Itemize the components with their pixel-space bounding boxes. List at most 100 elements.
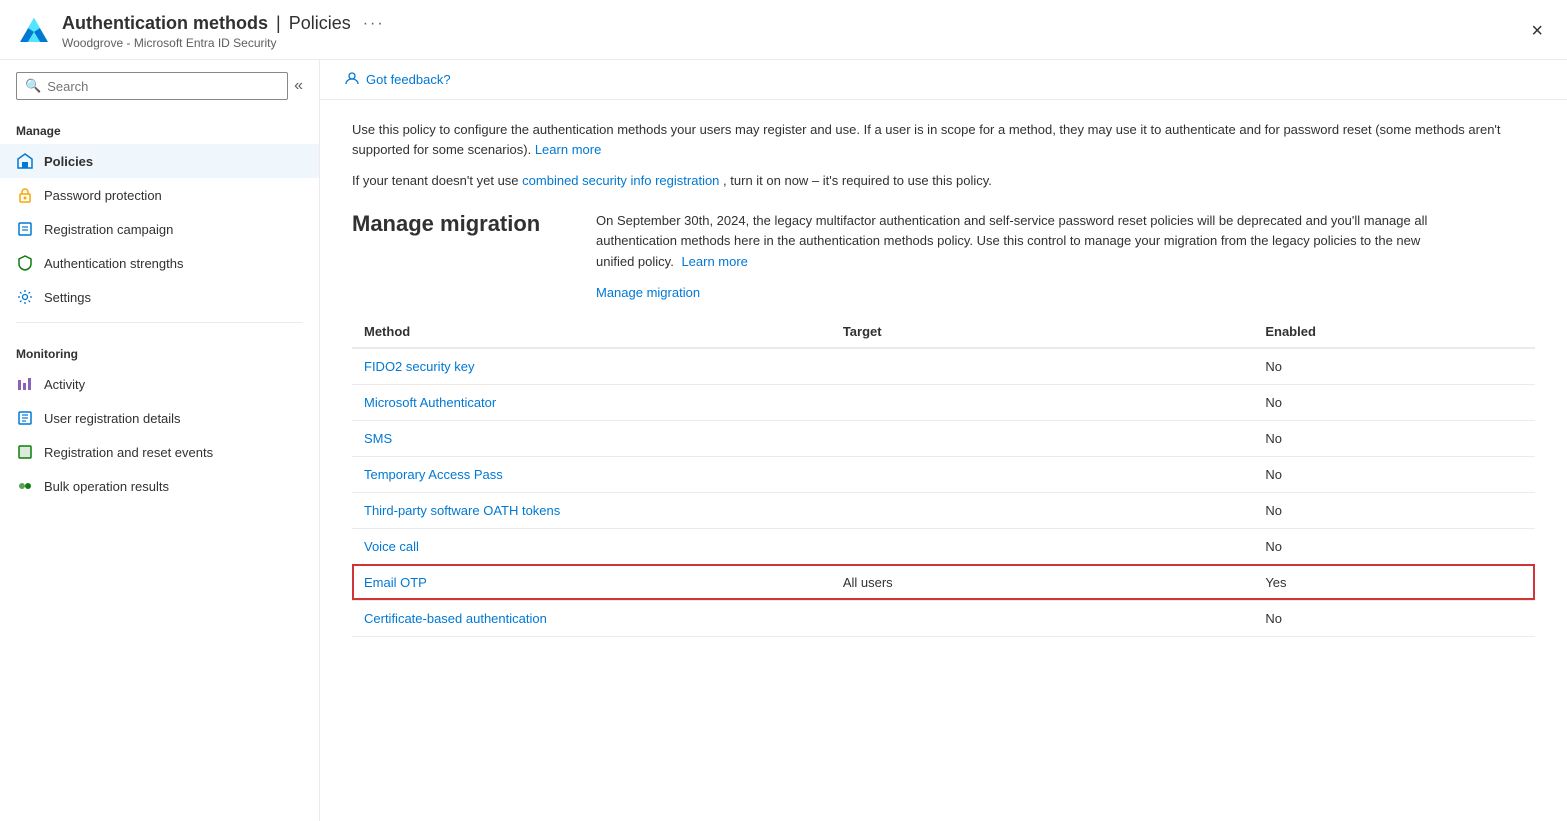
sidebar-item-user-registration-details[interactable]: User registration details (0, 401, 319, 435)
activity-icon (16, 375, 34, 393)
table-cell-enabled: No (1253, 384, 1535, 420)
sidebar-item-settings-label: Settings (44, 290, 91, 305)
method-link-third-party-oath[interactable]: Third-party software OATH tokens (364, 503, 560, 518)
search-input-wrapper[interactable]: 🔍 (16, 72, 288, 100)
table-cell-target (831, 492, 1254, 528)
manage-section-label: Manage (0, 108, 319, 144)
main-content-area: Got feedback? Use this policy to configu… (320, 60, 1567, 821)
method-link-tap[interactable]: Temporary Access Pass (364, 467, 503, 482)
table-header-row: Method Target Enabled (352, 316, 1535, 348)
sidebar-item-bulk-operation-results[interactable]: Bulk operation results (0, 469, 319, 503)
table-cell-method: Temporary Access Pass (352, 456, 831, 492)
method-link-voice-call[interactable]: Voice call (364, 539, 419, 554)
table-cell-method: Third-party software OATH tokens (352, 492, 831, 528)
user-registration-details-icon (16, 409, 34, 427)
migration-description: On September 30th, 2024, the legacy mult… (596, 211, 1456, 273)
table-cell-method: Voice call (352, 528, 831, 564)
migration-title: Manage migration (352, 211, 572, 237)
method-link-cert-auth[interactable]: Certificate-based authentication (364, 611, 547, 626)
main-layout: 🔍 « Manage Policies Password protection … (0, 60, 1567, 821)
content-body: Use this policy to configure the authent… (320, 100, 1567, 657)
sidebar-item-auth-strengths[interactable]: Authentication strengths (0, 246, 319, 280)
search-area: 🔍 « (0, 60, 319, 108)
table-row: Email OTPAll usersYes (352, 564, 1535, 600)
table-body: FIDO2 security keyNoMicrosoft Authentica… (352, 348, 1535, 637)
monitoring-section-label: Monitoring (0, 331, 319, 367)
policies-icon (16, 152, 34, 170)
method-link-sms[interactable]: SMS (364, 431, 392, 446)
sidebar-item-activity-label: Activity (44, 377, 85, 392)
method-link-ms-authenticator[interactable]: Microsoft Authenticator (364, 395, 496, 410)
close-button[interactable]: × (1527, 16, 1547, 47)
combined-reg-link[interactable]: combined security info registration (522, 173, 719, 188)
header-separator: | (276, 13, 281, 34)
header-title-block: Authentication methods | Policies ··· Wo… (62, 13, 385, 50)
table-cell-enabled: No (1253, 528, 1535, 564)
table-row: Certificate-based authentication No (352, 600, 1535, 636)
table-cell-target (831, 456, 1254, 492)
header-subtitle: Woodgrove - Microsoft Entra ID Security (62, 36, 385, 50)
methods-table: Method Target Enabled FIDO2 security key… (352, 316, 1535, 637)
table-cell-enabled: No (1253, 456, 1535, 492)
method-link-fido2[interactable]: FIDO2 security key (364, 359, 475, 374)
table-cell-target (831, 348, 1254, 385)
table-header: Method Target Enabled (352, 316, 1535, 348)
table-cell-target (831, 384, 1254, 420)
table-cell-target (831, 420, 1254, 456)
table-cell-enabled: No (1253, 492, 1535, 528)
col-header-method: Method (352, 316, 831, 348)
table-cell-enabled: No (1253, 600, 1535, 636)
azure-logo (16, 14, 52, 50)
password-protection-icon (16, 186, 34, 204)
sidebar: 🔍 « Manage Policies Password protection … (0, 60, 320, 821)
manage-migration-link[interactable]: Manage migration (596, 285, 1456, 300)
sidebar-item-user-registration-details-label: User registration details (44, 411, 181, 426)
table-cell-method: SMS (352, 420, 831, 456)
table-cell-method: FIDO2 security key (352, 348, 831, 385)
search-icon: 🔍 (25, 78, 41, 94)
table-cell-method: Email OTP (352, 564, 831, 600)
sidebar-item-registration-campaign[interactable]: Registration campaign (0, 212, 319, 246)
table-row: FIDO2 security keyNo (352, 348, 1535, 385)
sidebar-item-policies-label: Policies (44, 154, 93, 169)
method-link-email-otp[interactable]: Email OTP (364, 575, 427, 590)
search-input[interactable] (47, 79, 279, 94)
sidebar-item-password-protection[interactable]: Password protection (0, 178, 319, 212)
migration-learn-more-link[interactable]: Learn more (681, 254, 747, 269)
table-row: Microsoft Authenticator No (352, 384, 1535, 420)
learn-more-link-1[interactable]: Learn more (535, 142, 601, 157)
manage-migration-section: Manage migration On September 30th, 2024… (352, 211, 1535, 300)
table-row: Third-party software OATH tokens No (352, 492, 1535, 528)
migration-right: On September 30th, 2024, the legacy mult… (596, 211, 1456, 300)
header-app-title: Authentication methods (62, 13, 268, 34)
sidebar-item-activity[interactable]: Activity (0, 367, 319, 401)
description-text-1: Use this policy to configure the authent… (352, 120, 1535, 159)
sidebar-item-auth-strengths-label: Authentication strengths (44, 256, 183, 271)
page-header: Authentication methods | Policies ··· Wo… (0, 0, 1567, 60)
table-cell-method: Certificate-based authentication (352, 600, 831, 636)
sidebar-item-settings[interactable]: Settings (0, 280, 319, 314)
header-left: Authentication methods | Policies ··· Wo… (16, 13, 385, 50)
table-cell-enabled: No (1253, 420, 1535, 456)
table-row: Voice call No (352, 528, 1535, 564)
sidebar-item-registration-reset-events[interactable]: Registration and reset events (0, 435, 319, 469)
col-header-target: Target (831, 316, 1254, 348)
col-header-enabled: Enabled (1253, 316, 1535, 348)
table-cell-target (831, 600, 1254, 636)
table-cell-target (831, 528, 1254, 564)
header-ellipsis-button[interactable]: ··· (363, 15, 385, 33)
registration-reset-events-icon (16, 443, 34, 461)
sidebar-item-password-protection-label: Password protection (44, 188, 162, 203)
table-cell-method: Microsoft Authenticator (352, 384, 831, 420)
sidebar-item-registration-campaign-label: Registration campaign (44, 222, 173, 237)
sidebar-item-policies[interactable]: Policies (0, 144, 319, 178)
registration-campaign-icon (16, 220, 34, 238)
feedback-icon (344, 70, 360, 89)
collapse-sidebar-button[interactable]: « (294, 77, 303, 95)
feedback-bar: Got feedback? (320, 60, 1567, 100)
feedback-link[interactable]: Got feedback? (366, 72, 451, 87)
auth-strengths-icon (16, 254, 34, 272)
sidebar-item-registration-reset-events-label: Registration and reset events (44, 445, 213, 460)
header-page-name: Policies (289, 13, 351, 34)
settings-icon (16, 288, 34, 306)
